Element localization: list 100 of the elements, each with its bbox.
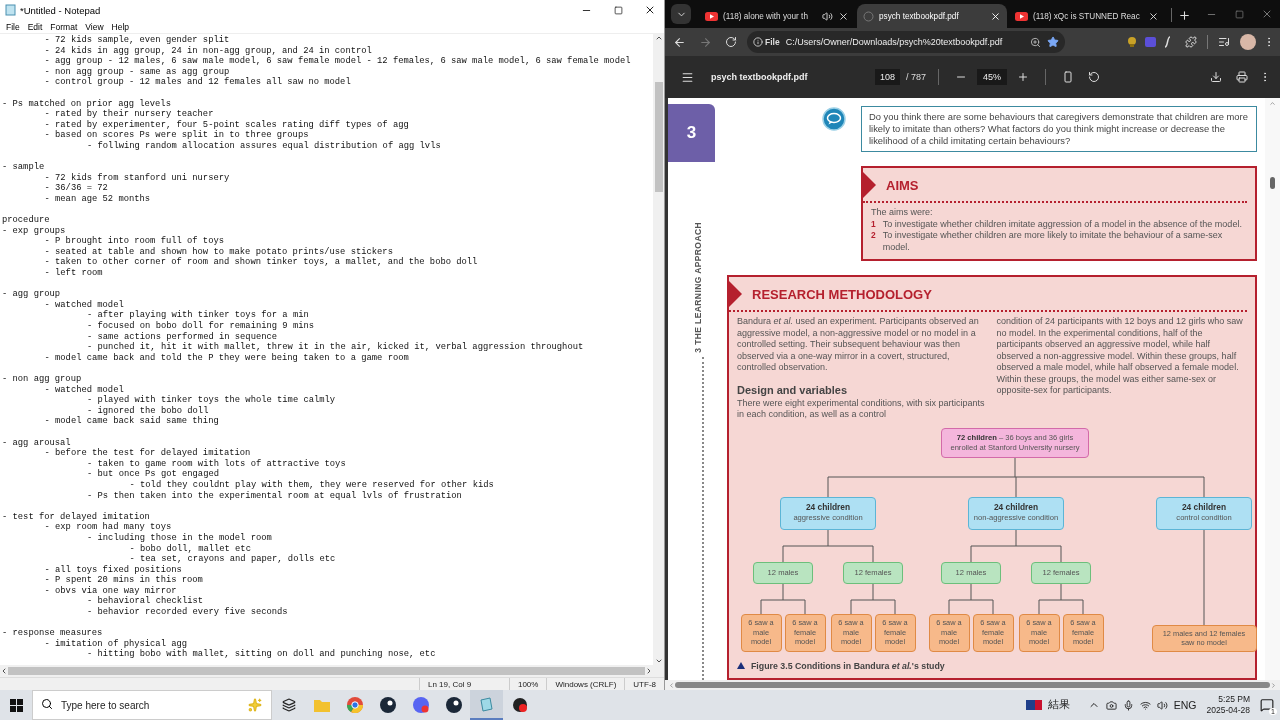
back-arrow-icon [672, 35, 686, 49]
text-line: - taken to game room with lots of attractive toys [87, 458, 346, 469]
url-text: C:/Users/Owner/Downloads/psych%20textbookpdf.pdf [785, 37, 1004, 47]
text-line: - control group - 12 males and 12 females all saw no model [44, 77, 351, 88]
text-line: - watched model [44, 384, 124, 395]
text-line: - imitation of physical agg [44, 638, 188, 649]
rotate-icon [1088, 71, 1101, 83]
reload-icon [725, 36, 737, 48]
text-line: - agg group [2, 289, 61, 300]
close-icon [644, 4, 656, 16]
browser-tab[interactable]: (118) alone with your th [699, 4, 855, 28]
bookmark-star-icon[interactable] [1047, 36, 1059, 48]
scroll-thumb[interactable] [8, 667, 645, 675]
vertical-scrollbar[interactable] [653, 34, 664, 665]
globe-icon [863, 10, 874, 22]
scroll-thumb[interactable] [654, 82, 663, 192]
text-line: - 24 kids in agg group, 24 in non-agg group, and 24 in control [44, 45, 372, 56]
vertical-scrollbar[interactable] [1265, 98, 1280, 680]
browser-tab[interactable]: (118) xQc is STUNNED Reac [1009, 4, 1165, 28]
close-tab-icon[interactable] [838, 10, 849, 22]
avatar[interactable] [1240, 34, 1256, 50]
text-line: - taken to other corner of room and shown tinker toys, a mallet, and the bobo doll [44, 257, 478, 268]
tab-search-button[interactable] [671, 4, 691, 24]
text-line: - agg arousal [2, 437, 71, 448]
text-line: - played with tinker toys the whole time calmly [87, 395, 336, 406]
network-icon[interactable] [1139, 699, 1151, 711]
close-tab-icon[interactable] [990, 10, 1001, 22]
aim-text: To investigate whether children are more likely to imitate the behaviour of a same-sex model. [882, 230, 1224, 253]
scroll-thumb[interactable] [675, 682, 1270, 688]
search-icon [41, 698, 53, 710]
subheading: Design and variables [737, 383, 849, 396]
notifications-icon[interactable] [1260, 698, 1274, 712]
scheme-label: File [765, 37, 780, 47]
body-paragraph: Bandura et al. used an experiment. Participants observed an aggressive model, a non-aggressive model or no model in a controlled setting. Their subsequent behaviour was then observed via a one-way mirror in a covert, structured, controlled observation. [737, 316, 980, 374]
text-line: - P brought into room full of toys [44, 236, 224, 247]
body-paragraph: There were eight experimental conditions, with six participants in each condition, as well as a control [737, 397, 986, 421]
scroll-left-icon [0, 667, 8, 675]
text-line: - response measures [2, 628, 103, 639]
page-count: / 787 [906, 72, 927, 82]
text-line: - told they couldnt play with them, they were reserved for other kids [129, 479, 494, 491]
video-site-icon [705, 11, 718, 21]
search-field[interactable]: Type here to search [32, 690, 272, 720]
text-line: - sample [2, 162, 45, 173]
maximize-icon [1234, 9, 1244, 19]
page-number-field[interactable]: 108 [875, 69, 901, 85]
document-title: psych textbookpdf.pdf [711, 72, 809, 82]
text-line: - bobo doll, mallet etc [129, 543, 251, 554]
text-line: - rated by their nursery teacher [44, 109, 214, 120]
microphone-icon[interactable] [1122, 699, 1134, 711]
running-head: 3 THE LEARNING APPROACH [692, 222, 703, 353]
text-line: - focused on bobo doll for remaining 9 mins [87, 321, 314, 332]
menu-item[interactable]: File [2, 21, 24, 32]
scroll-right-icon [1270, 681, 1277, 689]
body-paragraph: condition of 24 participants with 12 boys and 12 girls who saw no model. In the experimental conditions, half of the participants observed an aggressive model, while half observed a non-aggressive model. Within these groups, half observed a male model, while half observed a female model. Within these groups, the model was either same-sex or opposite-sex for participants. [996, 316, 1244, 397]
text-line: - based on scores Ps were split in to three groups [44, 130, 309, 141]
chat-app-icon [412, 697, 429, 713]
window-title: *Untitled - Notepad [20, 4, 101, 16]
language-indicator[interactable]: ENG [1173, 699, 1197, 711]
text-line: - 72 kids from stanford uni nursery [44, 172, 230, 183]
video-site-icon [1015, 11, 1028, 21]
menu-icon [680, 70, 694, 84]
scroll-thumb[interactable] [1270, 177, 1275, 189]
weather-text[interactable]: 結果 [1047, 698, 1070, 712]
text-line: - model came back said same thing [44, 416, 219, 427]
zoom-icon[interactable] [1030, 36, 1041, 48]
text-line: - agg group - 12 males, 6 saw male model, 6 saw female model - 12 females, 6 saw male model, 6 saw female model [44, 56, 631, 67]
menu-item[interactable]: View [81, 21, 108, 32]
speaker-icon[interactable] [822, 10, 833, 22]
download-icon [1210, 71, 1222, 83]
horizontal-scrollbar[interactable] [0, 665, 664, 677]
tab-title: psych textbookpdf.pdf [879, 11, 960, 21]
maximize-icon [613, 5, 623, 15]
text-line: - model came back and told the P they were being taken to a game room [44, 352, 409, 364]
menu-item[interactable]: Format [46, 21, 82, 32]
text-line: - tea set, crayons and paper, dolls etc [129, 554, 336, 565]
browser-tab[interactable]: psych textbookpdf.pdf [857, 4, 1007, 28]
volume-icon[interactable] [1156, 699, 1168, 711]
info-icon [753, 37, 763, 47]
menu-item[interactable]: Edit [23, 21, 47, 32]
close-tab-icon[interactable] [1148, 10, 1159, 22]
zoom-field[interactable]: 45% [977, 69, 1008, 85]
windows-logo-icon [9, 698, 23, 712]
camera-icon[interactable] [1105, 699, 1117, 711]
folder-icon [313, 698, 330, 712]
extension-icon[interactable] [1126, 36, 1138, 48]
aims-intro: The aims were: [871, 207, 934, 219]
forward-arrow-icon [698, 35, 712, 49]
clock[interactable]: 5:25 PM 2025-04-28 [1202, 694, 1254, 716]
aims-heading: AIMS [886, 177, 919, 193]
text-line: - all toys fixed positions [44, 564, 182, 575]
address-bar[interactable]: File C:/Users/Owner/Downloads/psych%20textbookpdf.pdf [747, 31, 1065, 53]
text-line: - rated by experimenter, four 5-point scales rating diff types of agg [44, 119, 409, 130]
text-line: - behavior recorded every five seconds [87, 607, 288, 618]
text-line: - left room [44, 268, 103, 279]
tab-title: (118) alone with your th [723, 11, 809, 21]
page-icon [1062, 71, 1075, 83]
text-line: - P spent 20 mins in this room [44, 575, 203, 586]
menu-item[interactable]: Help [107, 21, 134, 32]
text-line: - same actions performed in sequence [87, 331, 278, 342]
horizontal-scrollbar[interactable] [665, 680, 1280, 690]
